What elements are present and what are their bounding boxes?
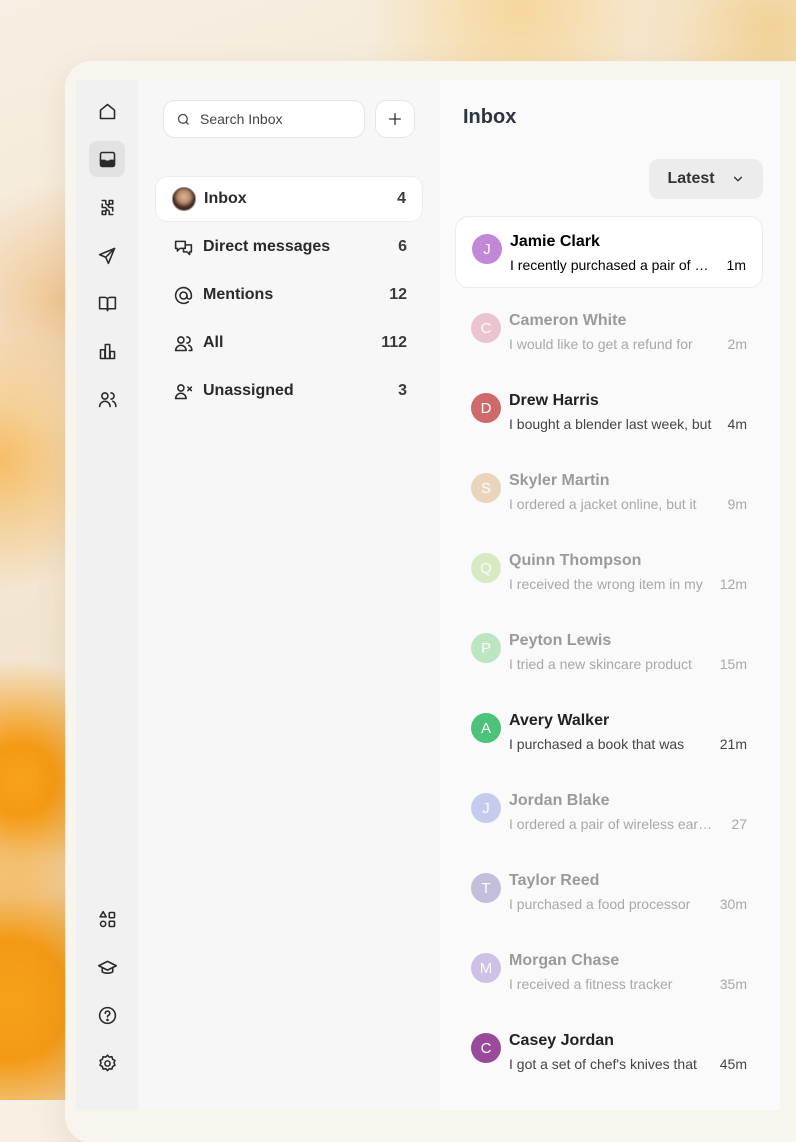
avatar: Q [471, 553, 501, 583]
sort-dropdown[interactable]: Latest [649, 159, 763, 199]
contact-name: Skyler Martin [509, 472, 610, 489]
conversation-item[interactable]: M Morgan Chase I received a fitness tracke… [455, 936, 763, 1008]
message-time: 2m [727, 336, 747, 352]
message-time: 30m [719, 896, 747, 912]
avatar: M [471, 953, 501, 983]
message-time: 12m [719, 576, 747, 592]
conversation-item[interactable]: D Drew Harris I bought a blender last week… [455, 376, 763, 448]
avatar: S [471, 473, 501, 503]
conversation-item[interactable]: Q Quinn Thompson I received the wrong item… [455, 536, 763, 608]
message-preview: I bought a blender last week, but [509, 416, 712, 432]
nav-item-label: Direct messages [203, 238, 331, 255]
message-preview: I received the wrong item in my [509, 576, 703, 592]
search-input[interactable]: Search Inbox [163, 100, 365, 138]
reports-icon[interactable] [89, 333, 125, 369]
conversation-item[interactable]: C Cameron White I would like to get a refu… [455, 296, 763, 368]
nav-item-label: All [203, 334, 224, 351]
nav-item-count: 3 [398, 382, 407, 399]
avatar: T [471, 873, 501, 903]
home-icon[interactable] [89, 93, 125, 129]
nav-item-all[interactable]: All 112 [155, 320, 423, 366]
contact-name: Cameron White [509, 312, 627, 329]
conversation-item[interactable]: T Taylor Reed I purchased a food processor… [455, 856, 763, 928]
add-button[interactable] [375, 100, 415, 138]
message-preview: I got a set of chef's knives that [509, 1056, 697, 1072]
conversation-item[interactable]: J Jamie Clark I recently purchased a pair … [455, 216, 763, 288]
conversation-item[interactable]: C Casey Jordan I got a set of chef's knive… [455, 1016, 763, 1088]
avatar: J [472, 234, 502, 264]
message-preview: I ordered a jacket online, but it [509, 496, 697, 512]
contact-name: Jordan Blake [509, 792, 610, 809]
sort-label: Latest [667, 170, 715, 187]
message-preview: I ordered a pair of wireless earbuds [509, 816, 713, 832]
conversation-item[interactable]: P Peyton Lewis I tried a new skincare prod… [455, 616, 763, 688]
avatar: J [471, 793, 501, 823]
team-icon[interactable] [89, 381, 125, 417]
message-time: 21m [719, 736, 747, 752]
message-preview: I purchased a food processor [509, 896, 691, 912]
message-preview: I received a fitness tracker [509, 976, 673, 992]
message-time: 4m [727, 416, 747, 432]
users-icon [171, 331, 195, 355]
nav-item-inbox[interactable]: Inbox 4 [155, 176, 423, 222]
integrations-icon[interactable] [89, 189, 125, 225]
conversation-item[interactable]: A Avery Walker I purchased a book that was… [455, 696, 763, 768]
nav-item-unassigned[interactable]: Unassigned 3 [155, 368, 423, 414]
nav-item-label: Inbox [204, 190, 247, 207]
message-time: 1m [726, 257, 746, 273]
avatar-icon [172, 187, 196, 211]
contact-name: Quinn Thompson [509, 552, 642, 569]
contact-name: Avery Walker [509, 712, 610, 729]
message-preview: I tried a new skincare product [509, 656, 692, 672]
settings-icon[interactable] [89, 1045, 125, 1081]
message-time: 45m [719, 1056, 747, 1072]
contact-name: Morgan Chase [509, 952, 620, 969]
send-icon[interactable] [89, 237, 125, 273]
avatar: C [471, 313, 501, 343]
at-sign-icon [171, 283, 195, 307]
help-icon[interactable] [89, 997, 125, 1033]
nav-item-count: 12 [389, 286, 407, 303]
user-x-icon [171, 379, 195, 403]
contact-name: Taylor Reed [509, 872, 600, 889]
message-preview: I would like to get a refund for [509, 336, 693, 352]
contact-name: Casey Jordan [509, 1032, 614, 1049]
academy-icon[interactable] [89, 949, 125, 985]
message-time: 35m [719, 976, 747, 992]
nav-item-direct-messages[interactable]: Direct messages 6 [155, 224, 423, 270]
search-placeholder: Search Inbox [200, 111, 283, 127]
nav-item-count: 4 [397, 190, 406, 207]
contact-name: Drew Harris [509, 392, 599, 409]
inbox-icon[interactable] [89, 141, 125, 177]
message-preview: I recently purchased a pair of shoes [510, 257, 714, 273]
search-icon [177, 113, 189, 125]
conversation-item[interactable]: J Jordan Blake I ordered a pair of wireles… [455, 776, 763, 848]
page-title: Inbox [463, 106, 517, 128]
plus-icon [389, 113, 401, 125]
chevron-down-icon [733, 176, 742, 182]
message-time: 9m [727, 496, 747, 512]
nav-item-label: Mentions [203, 286, 274, 303]
message-time: 15m [719, 656, 747, 672]
avatar: D [471, 393, 501, 423]
nav-item-count: 112 [381, 334, 407, 351]
nav-item-label: Unassigned [203, 382, 294, 399]
avatar: A [471, 713, 501, 743]
nav-item-mentions[interactable]: Mentions 12 [155, 272, 423, 318]
message-time: 27 [731, 816, 747, 832]
nav-item-count: 6 [398, 238, 407, 255]
conversation-item[interactable]: S Skyler Martin I ordered a jacket online,… [455, 456, 763, 528]
book-icon[interactable] [89, 285, 125, 321]
avatar: P [471, 633, 501, 663]
avatar: C [471, 1033, 501, 1063]
apps-icon[interactable] [89, 901, 125, 937]
contact-name: Peyton Lewis [509, 632, 612, 649]
chat-bubbles-icon [171, 235, 195, 259]
contact-name: Jamie Clark [510, 233, 600, 250]
message-preview: I purchased a book that was [509, 736, 685, 752]
